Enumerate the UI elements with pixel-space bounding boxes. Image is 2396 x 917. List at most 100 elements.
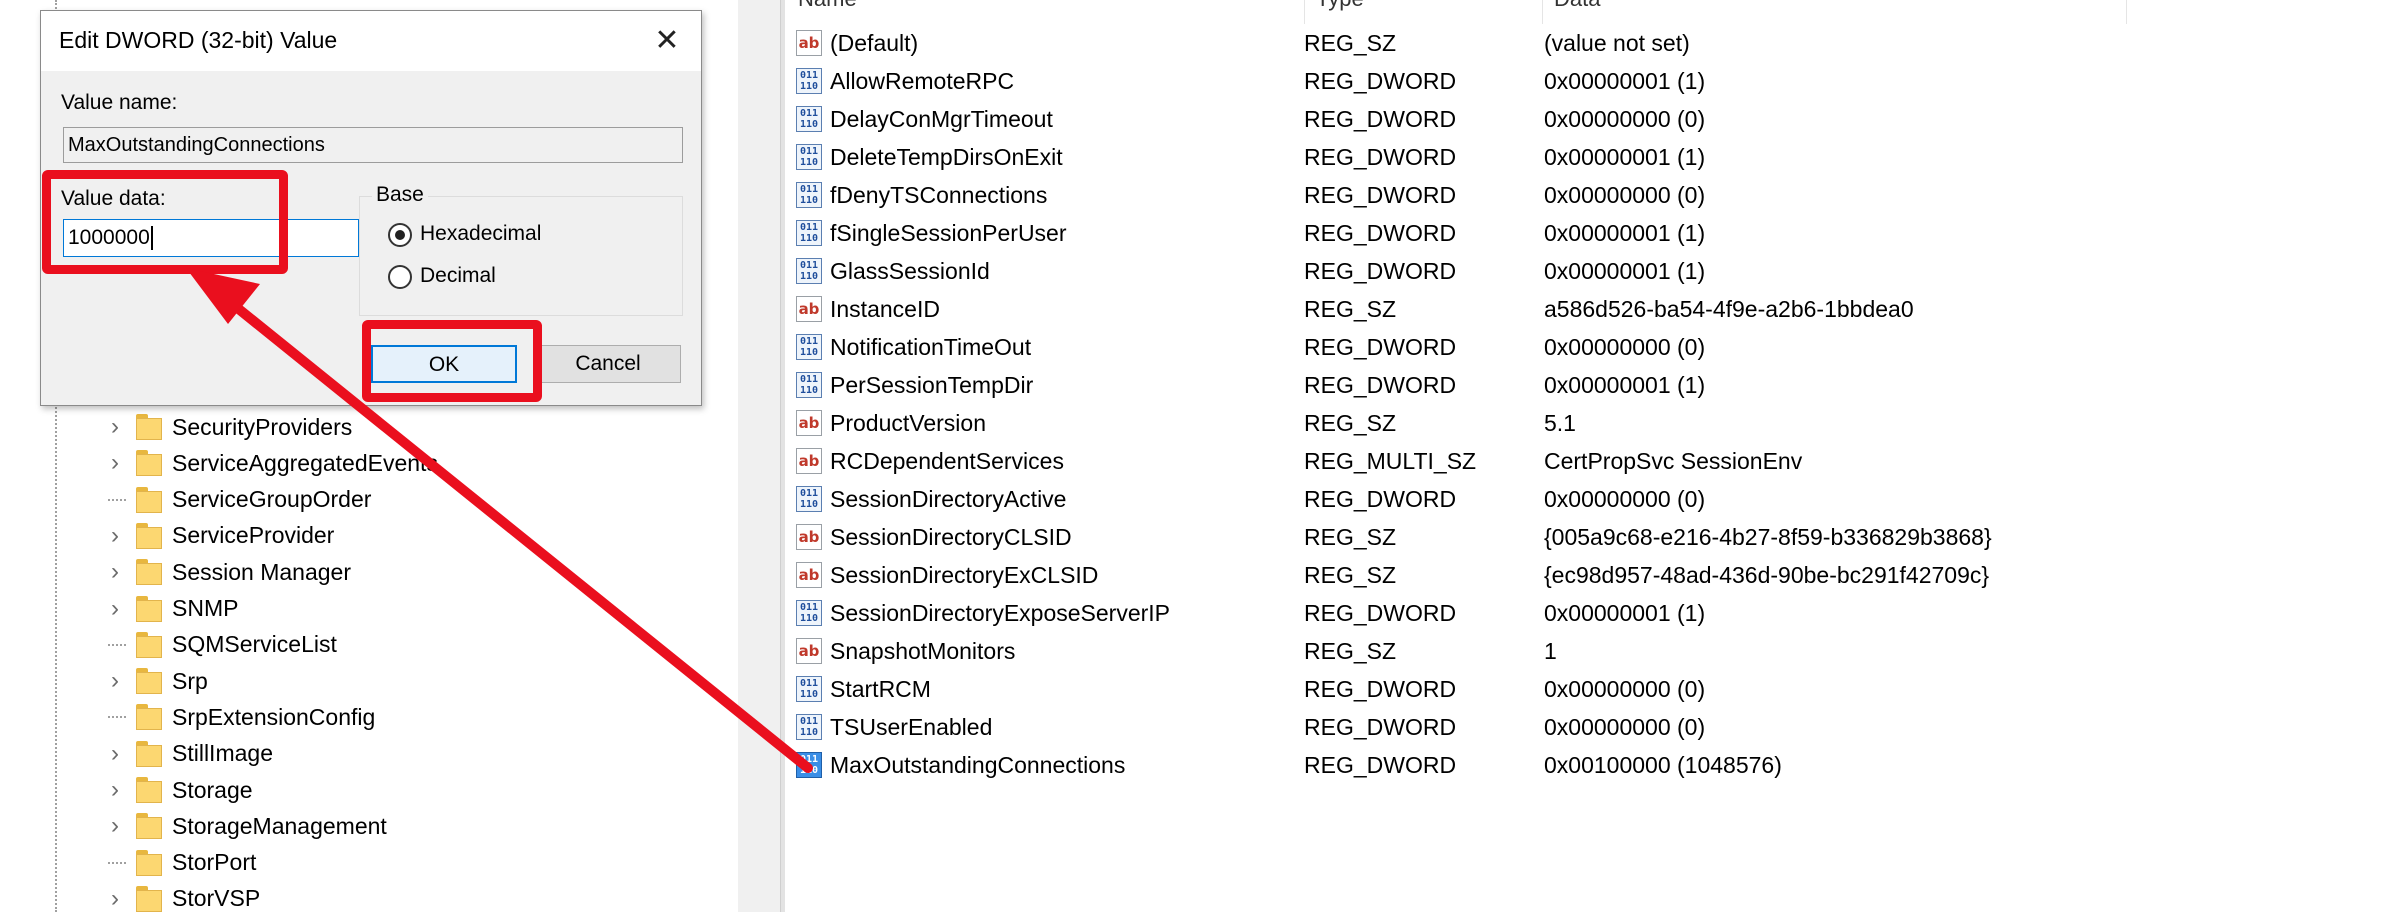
tree-item[interactable]: › SNMP [100, 591, 238, 627]
value-row[interactable]: ab ProductVersion REG_SZ 5.1 [786, 404, 2386, 442]
value-data: 1 [1544, 638, 1557, 664]
value-row[interactable]: ab RCDependentServices REG_MULTI_SZ CertPro… [786, 442, 2386, 480]
highlight-value-data [42, 170, 288, 274]
dword-value-icon: 011 110 [796, 600, 822, 626]
column-divider[interactable] [2126, 0, 2127, 24]
column-header-type[interactable]: Type [1316, 0, 1364, 16]
tree-item[interactable]: › SecurityProviders [100, 409, 352, 445]
tree-item[interactable]: › Session Manager [100, 554, 351, 590]
tree-connector [100, 482, 130, 518]
dialog-titlebar[interactable]: Edit DWORD (32-bit) Value ✕ [41, 11, 701, 71]
value-row[interactable]: ab InstanceID REG_SZ a586d526-ba54-4f9e-a2b… [786, 290, 2386, 328]
tree-item[interactable]: › Storage [100, 772, 253, 808]
value-row[interactable]: 011 110 MaxOutstandingConnections REG_DWOR… [786, 746, 2386, 784]
chevron-right-icon[interactable]: › [100, 554, 130, 590]
tree-item-label: SNMP [172, 595, 239, 621]
value-row[interactable]: ab SessionDirectoryCLSID REG_SZ {005a9c68-e… [786, 518, 2386, 556]
chevron-right-icon[interactable]: › [100, 663, 130, 699]
tree-item[interactable]: › ServiceProvider [100, 518, 334, 554]
column-divider[interactable] [1542, 0, 1543, 24]
radio-decimal[interactable] [388, 265, 412, 289]
value-data: 0x00000001 (1) [1544, 68, 1706, 94]
column-header-name[interactable]: Name [798, 0, 857, 16]
tree-item[interactable]: › ServiceAggregatedEvents [100, 445, 438, 481]
value-row[interactable]: 011 110 NotificationTimeOut REG_DWORD 0x000… [786, 328, 2386, 366]
chevron-right-icon[interactable]: › [100, 808, 130, 844]
value-name: ProductVersion [830, 410, 986, 436]
tree-item-label: Session Manager [172, 558, 351, 585]
cancel-button[interactable]: Cancel [535, 345, 681, 383]
value-type: REG_DWORD [1304, 68, 1457, 94]
chevron-right-icon[interactable]: › [100, 881, 130, 917]
value-row[interactable]: 011 110 SessionDirectoryActive REG_DWORD 0x… [786, 480, 2386, 518]
value-name: MaxOutstandingConnections [830, 752, 1126, 778]
value-type: REG_SZ [1304, 296, 1397, 322]
folder-icon [136, 740, 162, 767]
tree-item[interactable]: SQMServiceList [100, 627, 337, 663]
tree-item[interactable]: › StorVSP [100, 881, 260, 917]
value-data: 0x00000001 (1) [1544, 258, 1706, 284]
chevron-right-icon[interactable]: › [100, 772, 130, 808]
value-data: {ec98d957-48ad-436d-90be-bc291f42709c} [1544, 562, 1990, 588]
value-name: StartRCM [830, 676, 931, 702]
tree-item[interactable]: › StorageManagement [100, 808, 387, 844]
value-row[interactable]: 011 110 GlassSessionId REG_DWORD 0x00000001… [786, 252, 2386, 290]
column-header-data[interactable]: Data [1554, 0, 1600, 16]
column-divider[interactable] [1304, 0, 1305, 24]
value-name-field[interactable]: MaxOutstandingConnections [63, 127, 683, 163]
radio-hexadecimal[interactable] [388, 223, 412, 247]
tree-item-label: SecurityProviders [172, 413, 353, 440]
value-row[interactable]: 011 110 fSingleSessionPerUser REG_DWORD 0x0… [786, 214, 2386, 252]
tree-item-label: StorageManagement [172, 812, 387, 839]
value-row[interactable]: 011 110 StartRCM REG_DWORD 0x00000000 (0) [786, 670, 2386, 708]
dword-value-icon: 011 110 [796, 182, 822, 208]
string-value-icon: ab [796, 410, 822, 436]
chevron-right-icon[interactable]: › [100, 736, 130, 772]
value-data: 0x00000001 (1) [1544, 372, 1706, 398]
chevron-right-icon[interactable]: › [100, 409, 130, 445]
value-row[interactable]: 011 110 AllowRemoteRPC REG_DWORD 0x00000001… [786, 62, 2386, 100]
value-row[interactable]: ab SnapshotMonitors REG_SZ 1 [786, 632, 2386, 670]
value-row[interactable]: 011 110 DeleteTempDirsOnExit REG_DWORD 0x00… [786, 138, 2386, 176]
value-type: REG_DWORD [1304, 714, 1457, 740]
radio-decimal-label[interactable]: Decimal [420, 264, 496, 288]
value-data: CertPropSvc SessionEnv [1544, 448, 1803, 474]
chevron-right-icon[interactable]: › [100, 518, 130, 554]
folder-icon [136, 849, 162, 876]
folder-icon [136, 813, 162, 840]
value-name: InstanceID [830, 296, 940, 322]
close-icon[interactable]: ✕ [647, 21, 687, 61]
tree-item[interactable]: › StillImage [100, 736, 273, 772]
dword-value-icon: 011 110 [796, 372, 822, 398]
tree-item-label: Srp [172, 667, 208, 694]
folder-icon [136, 631, 162, 658]
tree-item[interactable]: › Srp [100, 663, 208, 699]
value-type: REG_SZ [1304, 30, 1397, 56]
folder-icon [136, 595, 162, 622]
value-data: 0x00000000 (0) [1544, 106, 1706, 132]
chevron-right-icon[interactable]: › [100, 591, 130, 627]
value-data: 0x00000001 (1) [1544, 600, 1706, 626]
chevron-right-icon[interactable]: › [100, 445, 130, 481]
value-name: fDenyTSConnections [830, 182, 1048, 208]
value-type: REG_SZ [1304, 410, 1397, 436]
value-type: REG_SZ [1304, 638, 1397, 664]
value-row[interactable]: 011 110 DelayConMgrTimeout REG_DWORD 0x0000… [786, 100, 2386, 138]
value-type: REG_SZ [1304, 562, 1397, 588]
radio-hexadecimal-label[interactable]: Hexadecimal [420, 222, 541, 246]
tree-item[interactable]: SrpExtensionConfig [100, 699, 375, 735]
value-row[interactable]: 011 110 fDenyTSConnections REG_DWORD 0x0000… [786, 176, 2386, 214]
pane-splitter[interactable] [780, 0, 785, 912]
folder-icon [136, 777, 162, 803]
tree-item[interactable]: StorPort [100, 845, 256, 881]
dialog-title: Edit DWORD (32-bit) Value [59, 27, 338, 53]
value-row[interactable]: 011 110 SessionDirectoryExposeServerIP REG… [786, 594, 2386, 632]
value-type: REG_DWORD [1304, 372, 1457, 398]
dword-value-icon: 011 110 [796, 106, 822, 132]
base-groupbox: Base Hexadecimal Decimal [359, 183, 683, 316]
value-row[interactable]: ab SessionDirectoryExCLSID REG_SZ {ec98d957… [786, 556, 2386, 594]
tree-item[interactable]: ServiceGroupOrder [100, 482, 371, 518]
value-row[interactable]: 011 110 TSUserEnabled REG_DWORD 0x00000000 … [786, 708, 2386, 746]
value-row[interactable]: ab (Default) REG_SZ (value not set) [786, 24, 2386, 62]
value-row[interactable]: 011 110 PerSessionTempDir REG_DWORD 0x00000… [786, 366, 2386, 404]
